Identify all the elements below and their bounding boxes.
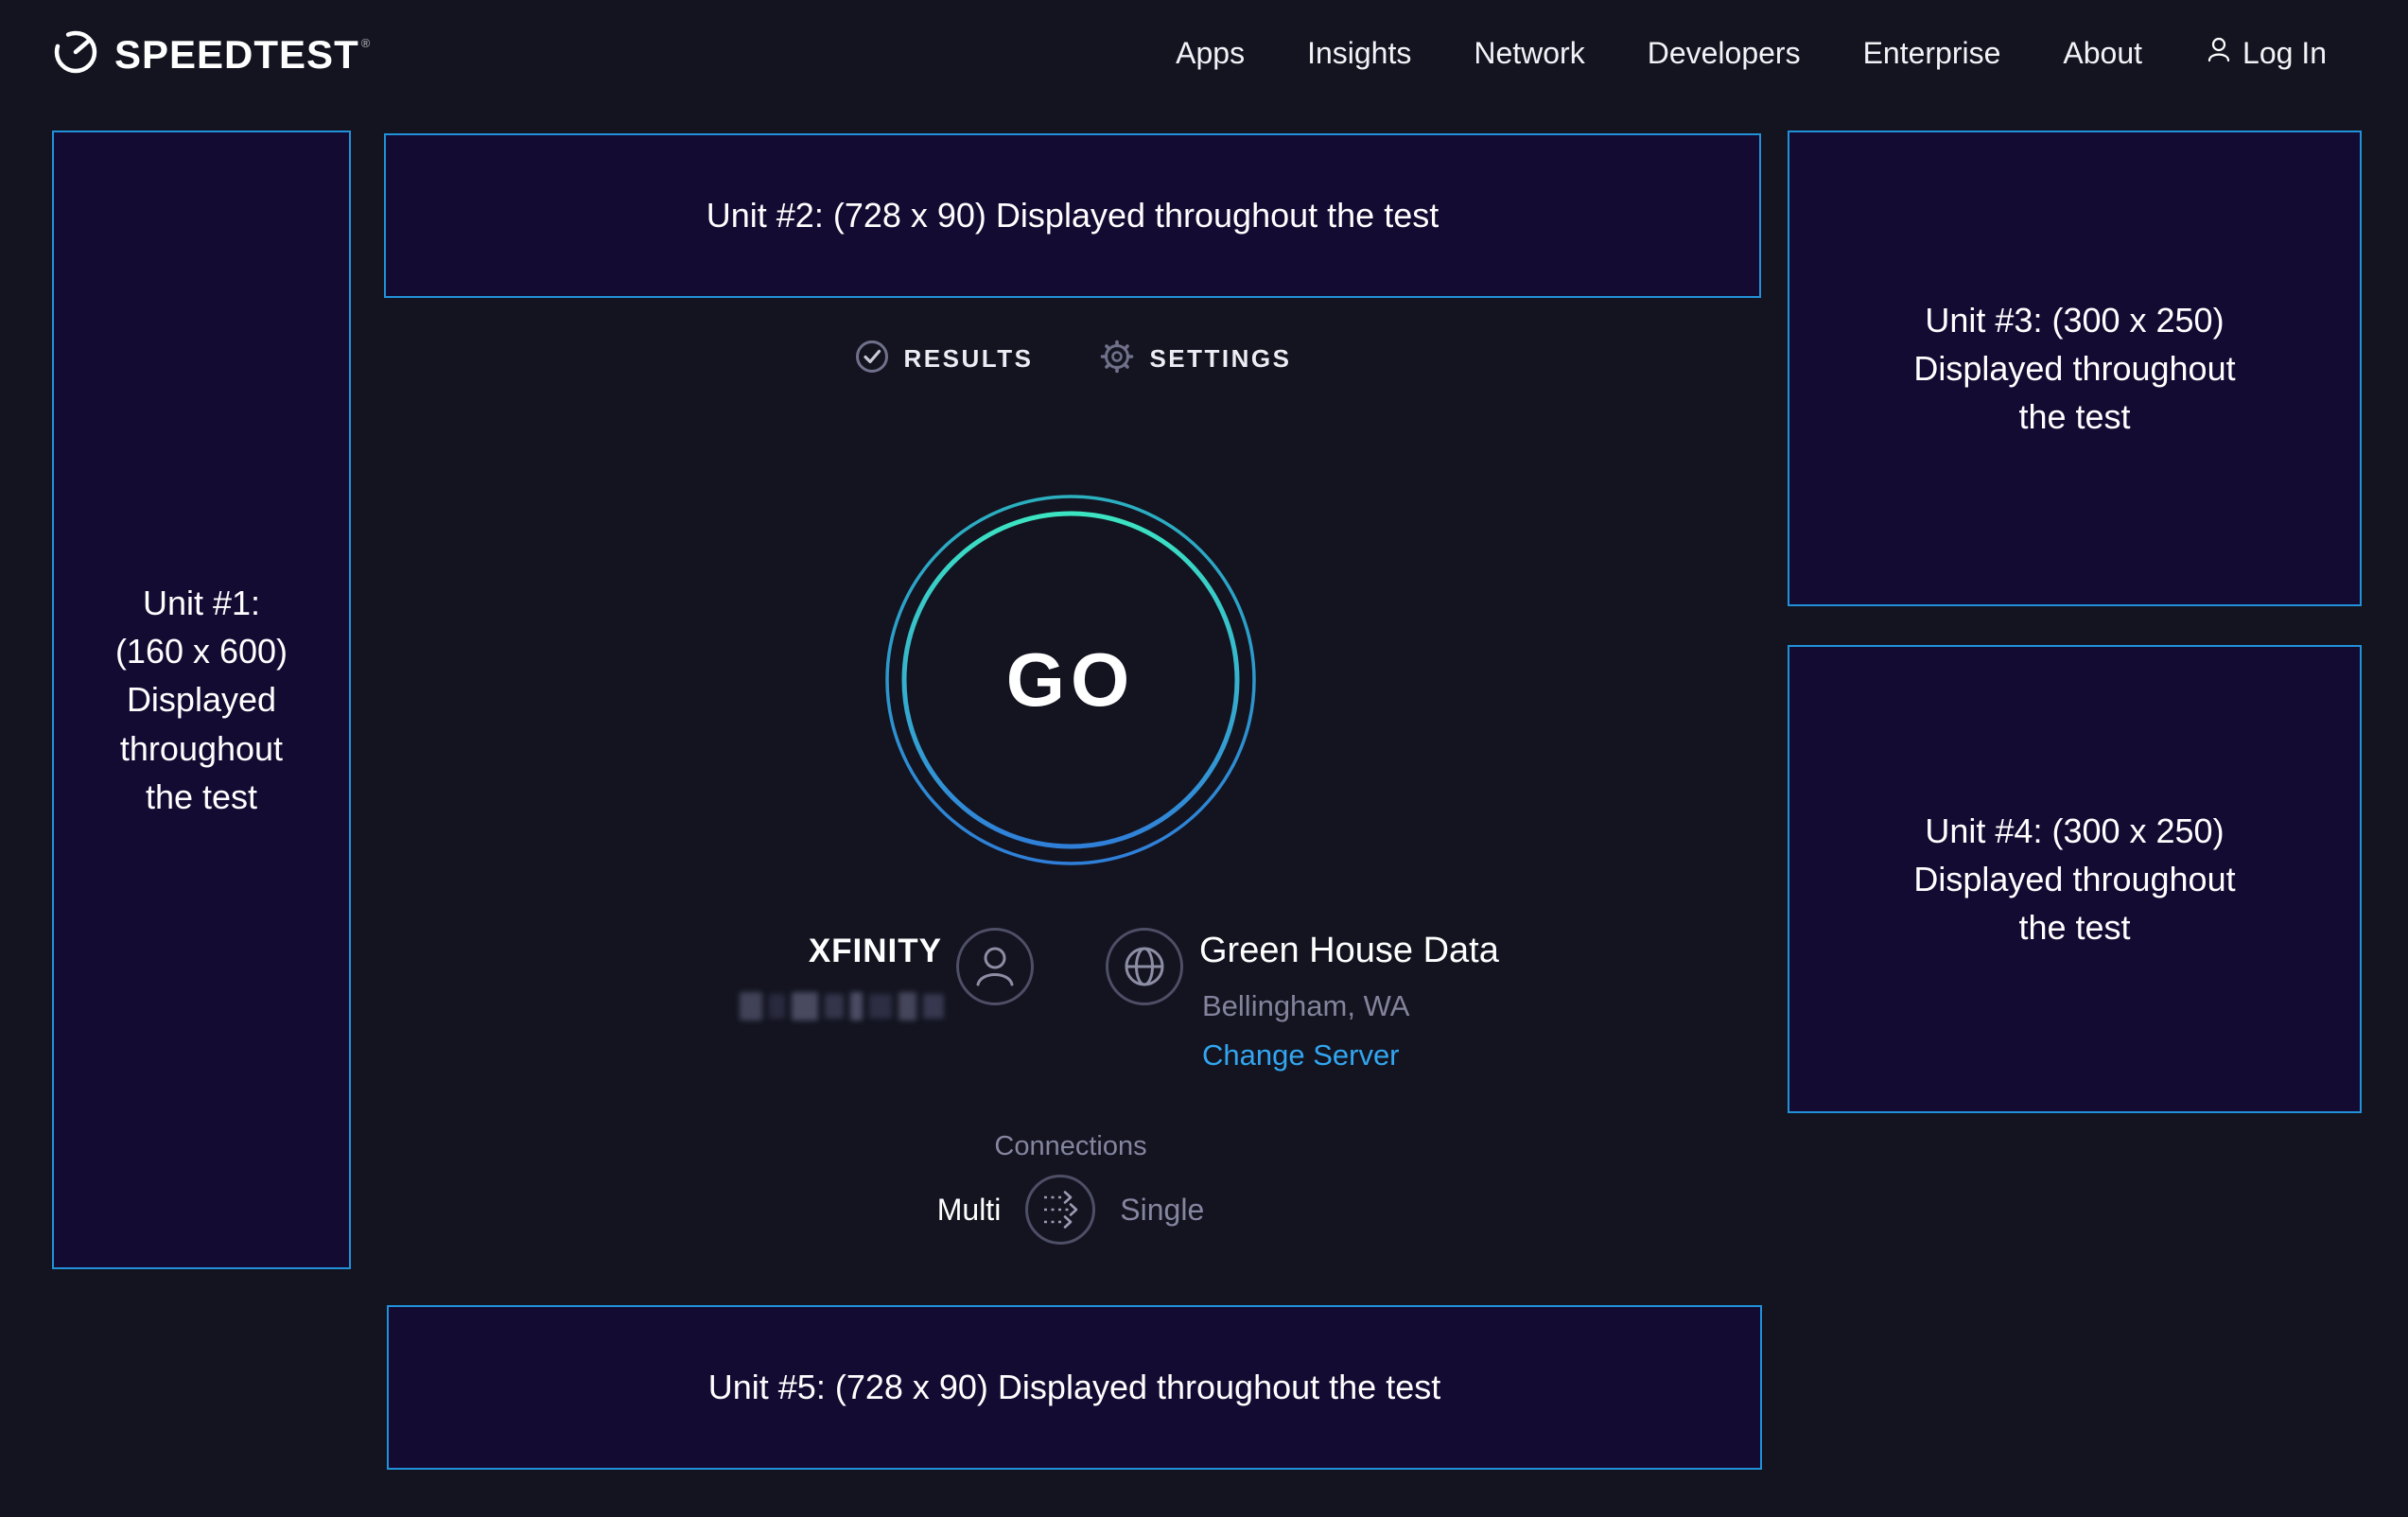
gear-icon: [1099, 339, 1135, 379]
login-button[interactable]: Log In: [2205, 35, 2327, 71]
connections-toggle[interactable]: [1025, 1175, 1095, 1245]
connections-label: Connections: [976, 1131, 1165, 1162]
ad-unit-3-text: Unit #3: (300 x 250) Displayed throughou…: [1913, 296, 2235, 441]
server-location: Bellingham, WA: [1202, 989, 1409, 1023]
logo-wordmark: SPEEDTEST: [114, 32, 359, 78]
change-server-link[interactable]: Change Server: [1202, 1038, 1400, 1072]
redacted-ip: [740, 987, 944, 1025]
tab-results[interactable]: RESULTS: [854, 339, 1034, 379]
multi-connections-arrows-icon: [1032, 1181, 1089, 1238]
ad-unit-5[interactable]: Unit #5: (728 x 90) Displayed throughout…: [387, 1305, 1762, 1470]
ad-unit-5-text: Unit #5: (728 x 90) Displayed throughout…: [708, 1363, 1440, 1411]
nav-item-insights[interactable]: Insights: [1307, 36, 1411, 71]
server-globe-icon: [1105, 927, 1184, 1006]
main-nav: Apps Insights Network Developers Enterpr…: [1176, 0, 2327, 106]
go-button-label: GO: [881, 491, 1260, 869]
isp-name: XFINITY: [809, 933, 942, 970]
ad-unit-1-text: Unit #1: (160 x 600) Displayed throughou…: [115, 579, 288, 821]
connections-multi-label[interactable]: Multi: [937, 1193, 1002, 1228]
nav-item-developers[interactable]: Developers: [1648, 36, 1801, 71]
logo-trademark: ®: [361, 36, 372, 50]
speedtest-gauge-icon: [52, 28, 99, 80]
connections-single-label[interactable]: Single: [1120, 1193, 1204, 1228]
tab-results-label: RESULTS: [904, 344, 1034, 374]
isp-person-icon: [955, 927, 1035, 1006]
server-name: Green House Data: [1199, 931, 1499, 971]
ad-unit-2-text: Unit #2: (728 x 90) Displayed throughout…: [707, 191, 1439, 239]
ad-unit-4-text: Unit #4: (300 x 250) Displayed throughou…: [1913, 807, 2235, 951]
speedtest-logo[interactable]: SPEEDTEST ®: [52, 28, 371, 80]
header: SPEEDTEST ® Apps Insights Network Develo…: [0, 0, 2408, 106]
nav-item-about[interactable]: About: [2063, 36, 2142, 71]
ad-unit-3[interactable]: Unit #3: (300 x 250) Displayed throughou…: [1788, 131, 2362, 606]
nav-item-apps[interactable]: Apps: [1176, 36, 1245, 71]
tab-settings[interactable]: SETTINGS: [1099, 339, 1291, 379]
go-button[interactable]: GO: [881, 491, 1260, 869]
nav-item-network[interactable]: Network: [1474, 36, 1584, 71]
ad-unit-1[interactable]: Unit #1: (160 x 600) Displayed throughou…: [52, 131, 351, 1269]
ad-unit-2[interactable]: Unit #2: (728 x 90) Displayed throughout…: [384, 133, 1761, 298]
check-circle-icon: [854, 339, 890, 379]
view-tabs: RESULTS SETTINGS: [384, 339, 1761, 379]
connections-row: Multi Single: [834, 1175, 1307, 1245]
nav-item-enterprise[interactable]: Enterprise: [1863, 36, 2001, 71]
user-icon: [2205, 35, 2233, 71]
tab-settings-label: SETTINGS: [1149, 344, 1291, 374]
ad-unit-4[interactable]: Unit #4: (300 x 250) Displayed throughou…: [1788, 645, 2362, 1113]
